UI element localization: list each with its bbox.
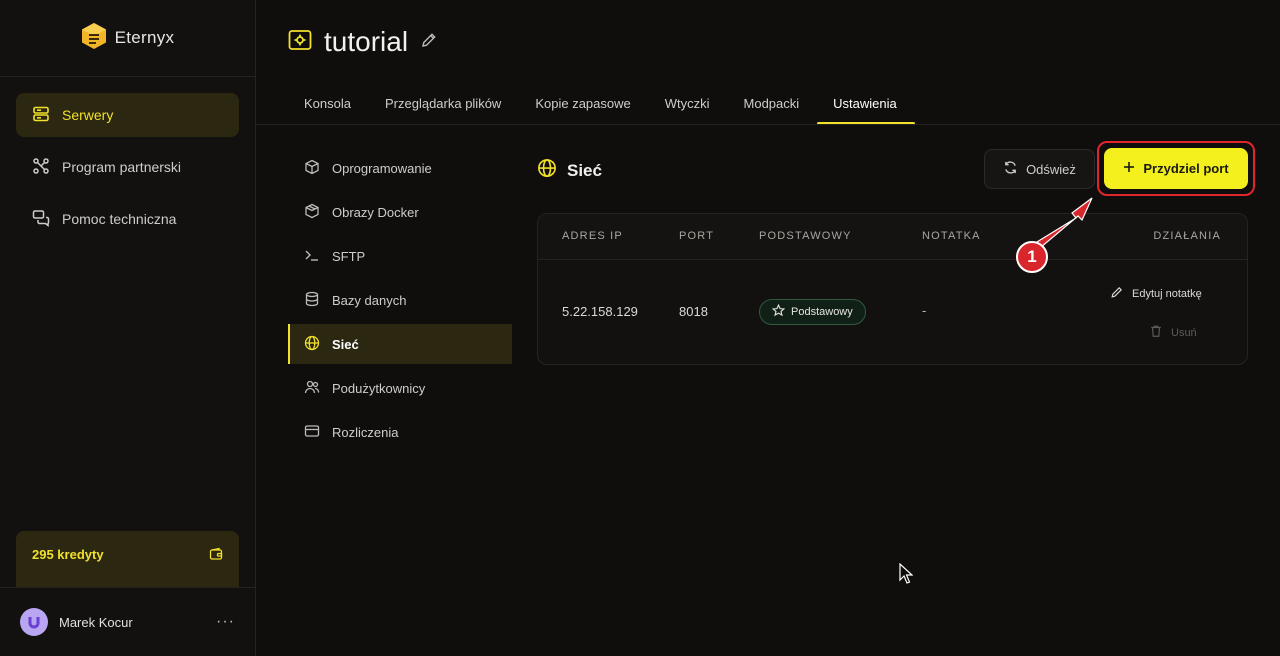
submenu-sftp[interactable]: SFTP — [288, 236, 512, 276]
submenu-label: Oprogramowanie — [332, 160, 432, 176]
sidebar: Eternyx Serwery Program partnerski Pomoc… — [0, 0, 256, 656]
server-settings-icon — [288, 28, 312, 57]
tab-file-manager[interactable]: Przeglądarka plików — [369, 82, 519, 124]
page-title: tutorial — [324, 26, 409, 57]
submenu-network[interactable]: Sieć — [288, 324, 512, 364]
trash-icon — [1149, 324, 1163, 341]
submenu-label: Rozliczenia — [332, 424, 399, 440]
badge-label: Podstawowy — [791, 306, 853, 318]
submenu-docker-images[interactable]: Obrazy Docker — [288, 192, 512, 232]
column-primary: PODSTAWOWY — [759, 230, 852, 242]
submenu-billing[interactable]: Rozliczenia — [288, 412, 512, 452]
column-port: PORT — [679, 230, 715, 242]
step-marker: 1 — [1016, 241, 1048, 273]
tab-modpacks[interactable]: Modpacki — [728, 82, 818, 124]
submenu-label: Podużytkownicy — [332, 380, 426, 396]
sidebar-item-label: Serwery — [62, 107, 114, 123]
settings-submenu: Oprogramowanie Obrazy Docker SFTP Bazy d… — [288, 148, 512, 456]
tab-console[interactable]: Konsola — [288, 82, 369, 124]
avatar — [20, 608, 48, 636]
annotation-arrow-icon — [1030, 197, 1093, 249]
submenu-subusers[interactable]: Podużytkownicy — [288, 368, 512, 408]
app-window: Eternyx Serwery Program partnerski Pomoc… — [0, 0, 1280, 656]
sidebar-item-partner-program[interactable]: Program partnerski — [16, 145, 239, 189]
star-icon — [771, 303, 786, 320]
assign-port-button[interactable]: Przydziel port — [1104, 148, 1248, 189]
edit-pencil-icon[interactable] — [420, 31, 438, 54]
credits-amount: 295 kredyty — [32, 547, 104, 562]
refresh-button[interactable]: Odśwież — [984, 149, 1095, 189]
server-header: tutorial — [288, 26, 438, 58]
cell-note: - — [922, 303, 927, 318]
chat-bubbles-icon — [32, 209, 50, 230]
credit-card-icon — [304, 423, 320, 442]
more-options-icon[interactable]: ··· — [216, 613, 235, 631]
tab-settings[interactable]: Ustawienia — [817, 82, 915, 125]
column-actions: DZIAŁANIA — [1153, 230, 1221, 242]
eternyx-logo-icon — [81, 22, 107, 55]
sidebar-item-label: Program partnerski — [62, 159, 182, 175]
globe-icon — [304, 335, 320, 354]
column-ip: ADRES IP — [562, 230, 623, 242]
cell-port: 8018 — [679, 304, 708, 319]
sidebar-item-support[interactable]: Pomoc techniczna — [16, 197, 239, 241]
delete-button[interactable]: Usuń — [1149, 324, 1197, 341]
status-badge: Podstawowy — [759, 299, 866, 325]
user-name: Marek Kocur — [59, 614, 133, 630]
package-icon — [304, 203, 320, 222]
edit-note-label: Edytuj notatkę — [1132, 287, 1202, 300]
globe-icon — [537, 158, 557, 183]
users-icon — [304, 379, 320, 398]
section-title: Sieć — [537, 158, 602, 183]
pencil-icon — [1110, 285, 1124, 302]
assign-port-label: Przydziel port — [1143, 161, 1229, 176]
delete-label: Usuń — [1171, 326, 1197, 339]
sidebar-item-servers[interactable]: Serwery — [16, 93, 239, 137]
user-profile[interactable]: Marek Kocur ··· — [0, 587, 255, 656]
column-note: NOTATKA — [922, 230, 981, 242]
credits-panel[interactable]: 295 kredyty — [16, 531, 239, 587]
section-title-text: Sieć — [567, 160, 602, 180]
submenu-label: Obrazy Docker — [332, 204, 419, 220]
submenu-label: Bazy danych — [332, 292, 407, 308]
sidebar-item-label: Pomoc techniczna — [62, 211, 177, 227]
wallet-icon — [209, 547, 223, 571]
refresh-icon — [1003, 160, 1018, 178]
server-tabs: Konsola Przeglądarka plików Kopie zapaso… — [288, 82, 915, 125]
submenu-databases[interactable]: Bazy danych — [288, 280, 512, 320]
edit-note-button[interactable]: Edytuj notatkę — [1110, 285, 1202, 302]
share-nodes-icon — [32, 157, 50, 178]
refresh-label: Odśwież — [1026, 161, 1076, 177]
plus-icon — [1123, 161, 1135, 176]
terminal-icon — [304, 247, 320, 266]
submenu-label: SFTP — [332, 248, 366, 264]
tab-backups[interactable]: Kopie zapasowe — [519, 82, 648, 124]
box-icon — [304, 159, 320, 178]
cell-ip: 5.22.158.129 — [562, 304, 638, 319]
submenu-label: Sieć — [332, 336, 359, 352]
brand-name: Eternyx — [114, 28, 175, 47]
database-icon — [304, 291, 320, 310]
table-header: ADRES IP PORT PODSTAWOWY NOTATKA DZIAŁAN… — [538, 214, 1247, 260]
server-icon — [32, 105, 50, 126]
tab-plugins[interactable]: Wtyczki — [649, 82, 728, 124]
mouse-cursor-icon — [899, 563, 913, 584]
tabs-divider — [256, 124, 1280, 125]
brand[interactable]: Eternyx — [0, 0, 255, 77]
sidebar-nav: Serwery Program partnerski Pomoc technic… — [16, 93, 239, 249]
ports-table: ADRES IP PORT PODSTAWOWY NOTATKA DZIAŁAN… — [537, 213, 1248, 365]
submenu-software[interactable]: Oprogramowanie — [288, 148, 512, 188]
